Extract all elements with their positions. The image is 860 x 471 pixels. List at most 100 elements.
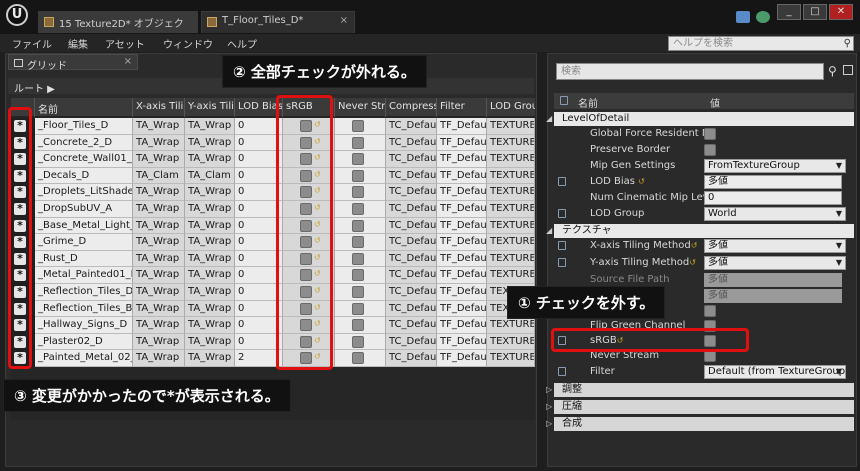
filter-cell[interactable]: TF_Defau (437, 201, 487, 218)
comp-cell[interactable]: TC_Defau (386, 134, 437, 152)
never-stream-checkbox[interactable] (352, 169, 364, 182)
table-row[interactable]: * _DropSubUV_A TA_Wrap TA_Wrap 0 ↺ TC_Defau TF_… (11, 201, 535, 218)
y-cell[interactable]: TA_Wrap (185, 184, 235, 201)
never-stream-checkbox[interactable] (352, 219, 364, 232)
x-tiling-select[interactable]: 多値 ▼ (704, 239, 846, 253)
close-icon[interactable]: × (124, 56, 132, 67)
name-cell[interactable]: _Hallway_Signs_D (35, 317, 133, 334)
never-stream-checkbox[interactable] (352, 269, 364, 282)
x-cell[interactable]: TA_Wrap (133, 317, 185, 334)
never-stream-checkbox[interactable] (352, 286, 364, 298)
name-cell[interactable]: _Droplets_LitShaded_ (35, 184, 133, 201)
filter-cell[interactable]: TF_Defau (437, 300, 487, 318)
table-row[interactable]: * _Painted_Metal_02_D TA_Wrap TA_Wrap 2 ↺ TC_D… (11, 350, 535, 367)
help-search-input[interactable]: ヘルプを検索 ⚲ (668, 36, 854, 51)
table-row[interactable]: * _Reflection_Tiles_Brc TA_Wrap TA_Wrap 0 ↺ TC… (11, 300, 535, 318)
y-cell[interactable]: TA_Wrap (185, 217, 235, 235)
filter-cell[interactable]: TF_Defau (437, 267, 487, 284)
header-compression[interactable]: Compressi (386, 98, 437, 117)
filter-cell[interactable]: TF_Defau (437, 317, 487, 334)
x-cell[interactable]: TA_Wrap (133, 184, 185, 201)
group-cell[interactable]: TEXTURE (487, 250, 535, 268)
never-stream-checkbox[interactable] (352, 319, 364, 332)
source-control-icon[interactable] (756, 11, 770, 23)
never-stream-checkbox[interactable] (352, 335, 364, 348)
num-cinematic-field[interactable]: 0 (704, 191, 842, 205)
never-stream-checkbox[interactable] (352, 236, 364, 249)
chat-icon[interactable] (736, 11, 750, 23)
header-y-tiling[interactable]: Y-axis Tilir (185, 98, 235, 117)
group-cell[interactable]: TEXTURE (487, 350, 535, 367)
table-row[interactable]: * _Reflection_Tiles_D TA_Wrap TA_Wrap 0 ↺ TC_D… (11, 284, 535, 301)
header-lod-group[interactable]: LOD Group (487, 98, 535, 117)
pin-icon[interactable] (558, 177, 566, 186)
x-cell[interactable]: TA_Wrap (133, 350, 185, 367)
x-cell[interactable]: TA_Clam (133, 167, 185, 185)
header-name[interactable]: 名前 (35, 98, 133, 117)
name-cell[interactable]: _Reflection_Tiles_Brc (35, 300, 133, 318)
name-cell[interactable]: _Painted_Metal_02_D (35, 350, 133, 367)
menu-edit[interactable]: 編集 (68, 36, 88, 51)
group-cell[interactable]: TEXTURE (487, 234, 535, 251)
menu-window[interactable]: ウィンドウ (163, 36, 213, 51)
reset-icon[interactable]: ↺ (638, 177, 645, 186)
y-cell[interactable]: TA_Clam (185, 167, 235, 185)
name-cell[interactable]: _Concrete_Wall01_D (35, 151, 133, 168)
name-cell[interactable]: _DropSubUV_A (35, 201, 133, 218)
filter-cell[interactable]: TF_Defau (437, 333, 487, 351)
comp-cell[interactable]: TC_Defau (386, 284, 437, 301)
table-row[interactable]: * _Hallway_Signs_D TA_Wrap TA_Wrap 0 ↺ TC_Defa… (11, 317, 535, 334)
comp-cell[interactable]: TC_Defau (386, 317, 437, 334)
table-row[interactable]: *_Droplets_LitShaded_TA_WrapTA_Wrap0↺TC_… (11, 184, 535, 201)
x-cell[interactable]: TA_Wrap (133, 250, 185, 268)
y-cell[interactable]: TA_Wrap (185, 333, 235, 351)
pin-icon[interactable] (558, 367, 566, 376)
filter-cell[interactable]: TF_Defau (437, 118, 487, 135)
comp-cell[interactable]: TC_Defau (386, 151, 437, 168)
table-row[interactable]: * _Metal_Painted01_D TA_Wrap TA_Wrap 0 ↺ TC_De… (11, 267, 535, 284)
never-stream-checkbox[interactable] (352, 120, 364, 132)
comp-cell[interactable]: TC_Defau (386, 250, 437, 268)
comp-cell[interactable]: TC_Defau (386, 267, 437, 284)
comp-cell[interactable]: TC_Defau (386, 167, 437, 185)
preserve-border-checkbox[interactable] (704, 144, 716, 156)
comp-cell[interactable]: TC_Defau (386, 333, 437, 351)
comp-cell[interactable]: TC_Defau (386, 184, 437, 201)
x-cell[interactable]: TA_Wrap (133, 333, 185, 351)
pin-icon[interactable] (558, 209, 566, 218)
group-cell[interactable]: TEXTURE (487, 167, 535, 185)
name-cell[interactable]: _Plaster02_D (35, 333, 133, 351)
header-never-stream[interactable]: Never Stre: (335, 98, 386, 117)
x-cell[interactable]: TA_Wrap (133, 267, 185, 284)
reset-icon[interactable]: ↺ (691, 241, 698, 250)
comp-cell[interactable]: TC_Defau (386, 350, 437, 367)
filter-cell[interactable]: TF_Defau (437, 234, 487, 251)
comp-cell[interactable]: TC_Defau (386, 300, 437, 318)
comp-cell[interactable]: TC_Defau (386, 217, 437, 235)
x-cell[interactable]: TA_Wrap (133, 234, 185, 251)
never-stream-checkbox[interactable] (352, 203, 364, 215)
group-cell[interactable]: TEXTURE (487, 118, 535, 135)
y-cell[interactable]: TA_Wrap (185, 317, 235, 334)
view-options-icon[interactable] (843, 65, 853, 75)
filter-cell[interactable]: TF_Defau (437, 134, 487, 152)
never-stream-checkbox[interactable] (352, 302, 364, 315)
x-cell[interactable]: TA_Wrap (133, 284, 185, 301)
filter-cell[interactable]: TF_Defau (437, 184, 487, 201)
y-cell[interactable]: TA_Wrap (185, 134, 235, 152)
never-stream-checkbox[interactable] (352, 153, 364, 166)
y-cell[interactable]: TA_Wrap (185, 234, 235, 251)
category-composite[interactable]: ▷ 合成 (546, 417, 854, 431)
name-cell[interactable]: _Reflection_Tiles_D (35, 284, 133, 301)
never-stream-checkbox[interactable] (352, 136, 364, 149)
y-tiling-select[interactable]: 多値 ▼ (704, 256, 846, 270)
name-cell[interactable]: _Decals_D (35, 167, 133, 185)
mip-gen-select[interactable]: FromTextureGroup ▼ (704, 159, 846, 173)
x-cell[interactable]: TA_Wrap (133, 118, 185, 135)
y-cell[interactable]: TA_Wrap (185, 151, 235, 168)
y-cell[interactable]: TA_Wrap (185, 284, 235, 301)
filter-cell[interactable]: TF_Defau (437, 250, 487, 268)
filter-select[interactable]: Default (from TextureGroup) ▼ (704, 365, 846, 379)
maximize-button[interactable]: □ (803, 4, 827, 20)
table-row[interactable]: * _Rust_D TA_Wrap TA_Wrap 0 ↺ TC_Defau TF_Defau… (11, 250, 535, 268)
